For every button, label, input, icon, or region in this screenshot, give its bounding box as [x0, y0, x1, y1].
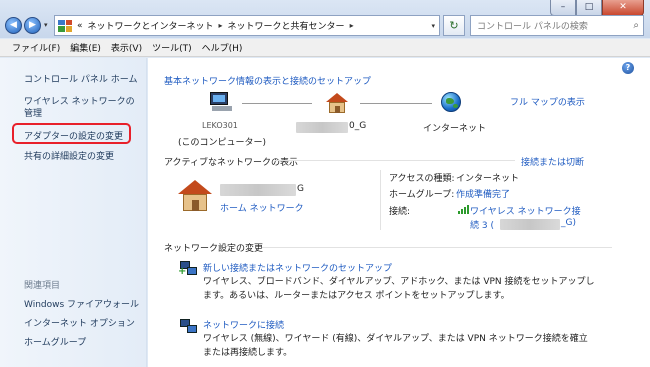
full-map-link[interactable]: フル マップの表示: [510, 95, 585, 108]
sidebar-item-internet-options[interactable]: インターネット オプション: [24, 316, 135, 329]
access-type-value: インターネット: [456, 174, 520, 184]
globe-icon: [441, 92, 461, 112]
sidebar-item-change-adapter-settings[interactable]: アダプターの設定の変更: [24, 129, 123, 142]
redacted-network-name: [220, 184, 296, 196]
sidebar-item-manage-wireless[interactable]: ワイヤレス ネットワークの管理: [24, 96, 142, 120]
home-network-link[interactable]: ホーム ネットワーク: [220, 201, 304, 214]
active-networks-title: アクティブなネットワークの表示: [164, 158, 299, 168]
redacted-network-name: [296, 122, 348, 133]
sidebar-item-homegroup[interactable]: ホームグループ: [24, 335, 86, 348]
breadcrumb-overflow[interactable]: «: [77, 21, 83, 31]
menu-help[interactable]: ヘルプ(H): [202, 41, 243, 54]
wireless-connection-link-2[interactable]: 続 3 (: [470, 218, 494, 231]
connect-disconnect-link[interactable]: 接続または切断: [521, 155, 584, 168]
section-divider: [262, 247, 612, 248]
homegroup-label: ホームグループ:: [389, 190, 455, 200]
connect-network-icon: [180, 319, 198, 335]
refresh-icon[interactable]: ↻: [443, 15, 465, 36]
menu-bar: ファイル(F) 編集(E) 表示(V) ツール(T) ヘルプ(H): [0, 39, 650, 57]
internet-label: インターネット: [423, 124, 487, 134]
sidebar-item-control-panel-home[interactable]: コントロール パネル ホーム: [24, 72, 137, 85]
control-panel-icon: [58, 19, 72, 32]
basic-network-title: 基本ネットワーク情報の表示と接続のセットアップ: [164, 77, 372, 87]
menu-view[interactable]: 表示(V): [111, 41, 142, 54]
connect-network-link[interactable]: ネットワークに接続: [203, 318, 284, 331]
breadcrumb-network-sharing-center[interactable]: ネットワークと共有センター: [228, 19, 345, 32]
see-also-heading: 関連項目: [24, 281, 61, 291]
connect-network-description-2: または再接続します。: [203, 348, 293, 358]
connection-line: [360, 103, 432, 104]
vertical-divider: [380, 170, 381, 230]
change-settings-title: ネットワーク設定の変更: [164, 244, 264, 254]
router-house-icon: [326, 93, 348, 113]
recent-pages-dropdown[interactable]: ▾: [44, 21, 48, 29]
new-connection-icon: +: [178, 261, 198, 277]
wifi-signal-icon: [458, 205, 469, 214]
close-button[interactable]: ✕: [602, 0, 644, 16]
menu-file[interactable]: ファイル(F): [12, 41, 60, 54]
menu-tools[interactable]: ツール(T): [152, 41, 192, 54]
computer-icon: [210, 92, 232, 112]
back-arrow-icon[interactable]: ◀: [5, 17, 22, 34]
search-placeholder: コントロール パネルの検索: [477, 22, 588, 32]
address-dropdown-icon[interactable]: ▾: [431, 22, 435, 30]
breadcrumb-network-internet[interactable]: ネットワークとインターネット: [88, 19, 214, 32]
window-controls: – □ ✕: [550, 0, 644, 16]
router-label-suffix: 0_G: [349, 121, 367, 131]
new-connection-description: ワイヤレス、ブロードバンド、ダイヤルアップ、アドホック、または VPN 接続をセ…: [203, 277, 595, 287]
wireless-connection-suffix[interactable]: _G): [561, 218, 576, 228]
help-icon[interactable]: ?: [622, 62, 634, 74]
network-name-suffix: G: [297, 184, 304, 194]
minimize-button[interactable]: –: [550, 0, 576, 16]
homegroup-link[interactable]: 作成準備完了: [456, 187, 510, 200]
new-connection-description-2: ます。あるいは、ルーターまたはアクセス ポイントをセットアップします。: [203, 291, 510, 301]
sidebar-item-advanced-sharing[interactable]: 共有の詳細設定の変更: [24, 149, 114, 162]
connect-network-description: ワイヤレス (無線)、ワイヤード (有線)、ダイヤルアップ、または VPN ネッ…: [203, 334, 588, 344]
search-input[interactable]: コントロール パネルの検索 ⌕: [470, 15, 644, 36]
breadcrumb-separator-icon[interactable]: ▸: [219, 21, 223, 30]
wireless-connection-link[interactable]: ワイヤレス ネットワーク接: [470, 204, 581, 217]
section-divider: [275, 160, 515, 161]
forward-arrow-icon[interactable]: ▶: [24, 17, 41, 34]
breadcrumb-separator-icon[interactable]: ▸: [350, 21, 354, 30]
search-icon[interactable]: ⌕: [633, 20, 639, 31]
access-type-label: アクセスの種類:: [389, 174, 455, 184]
maximize-button[interactable]: □: [576, 0, 602, 16]
new-connection-link[interactable]: 新しい接続またはネットワークのセットアップ: [203, 261, 392, 274]
computer-label: (このコンピューター): [178, 138, 267, 148]
computer-name: LEKO301: [202, 121, 238, 130]
scroll-area: [620, 58, 650, 367]
menu-edit[interactable]: 編集(E): [70, 41, 101, 54]
connections-label: 接続:: [389, 207, 411, 217]
connection-line: [242, 103, 312, 104]
home-network-icon: [178, 180, 212, 212]
address-bar[interactable]: « ネットワークとインターネット ▸ ネットワークと共有センター ▸ ▾: [54, 15, 440, 36]
redacted-connection-name: [500, 219, 560, 230]
sidebar-item-windows-firewall[interactable]: Windows ファイアウォール: [24, 297, 139, 310]
